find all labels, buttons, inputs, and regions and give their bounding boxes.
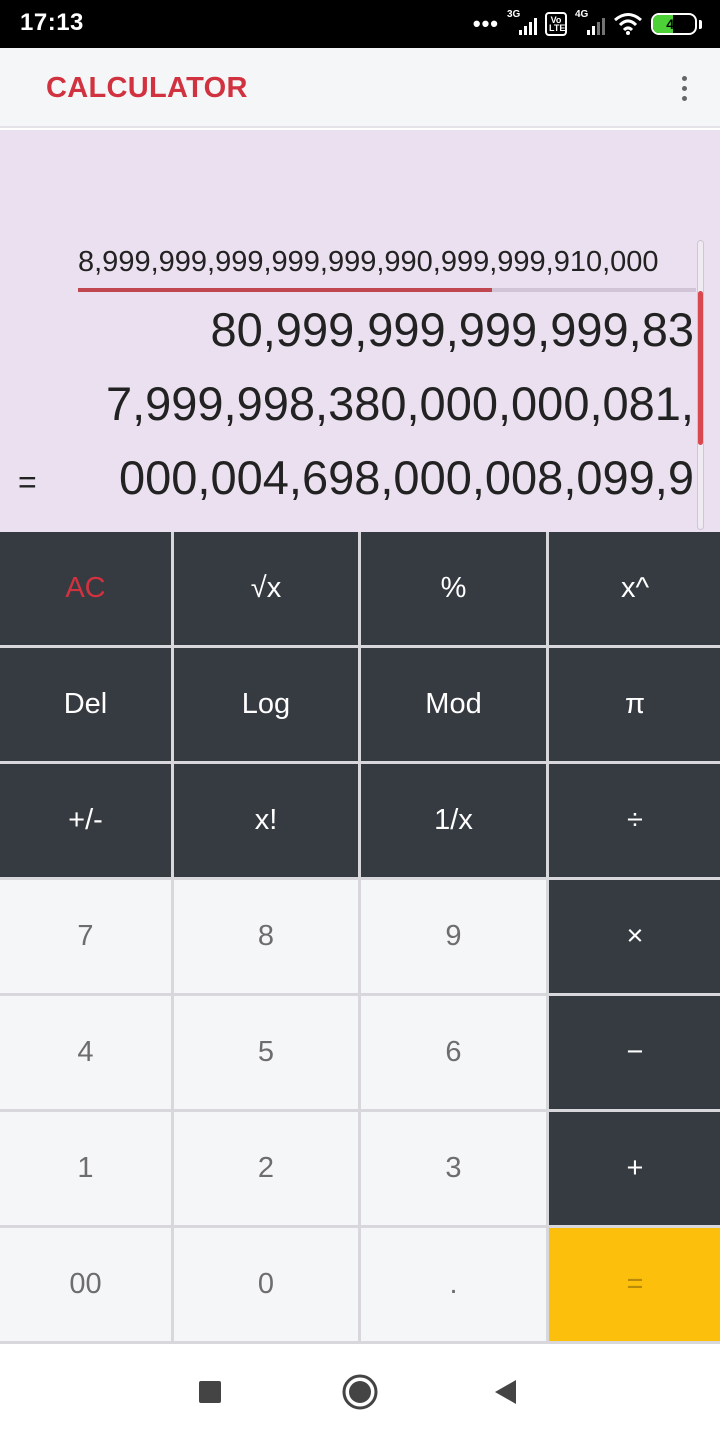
digit-3-button[interactable]: 3 bbox=[361, 1112, 546, 1225]
more-vert-icon[interactable] bbox=[672, 72, 696, 104]
subtract-button[interactable]: − bbox=[549, 996, 720, 1109]
result-scrollbar[interactable] bbox=[697, 240, 704, 530]
status-time: 17:13 bbox=[20, 9, 84, 36]
multiply-button[interactable]: × bbox=[549, 880, 720, 993]
navigation-bar bbox=[0, 1344, 720, 1440]
delete-button[interactable]: Del bbox=[0, 648, 171, 761]
log-button[interactable]: Log bbox=[174, 648, 358, 761]
add-button[interactable]: + bbox=[549, 1112, 720, 1225]
equals-sign: = bbox=[18, 464, 37, 500]
home-circle-icon[interactable] bbox=[340, 1372, 380, 1412]
keypad: AC √x% x^ Del Log Mod π +/- x! 1/x ÷ 7 8 9 × 4 5 6− 1 2 3 +00… bbox=[0, 532, 720, 1344]
digit-0-button[interactable]: 0 bbox=[174, 1228, 358, 1341]
digit-9-button[interactable]: 9 bbox=[361, 880, 546, 993]
digit-2-button[interactable]: 2 bbox=[174, 1112, 358, 1225]
signal-4g-icon: 4G bbox=[575, 9, 605, 37]
expression-scroll-thumb[interactable] bbox=[78, 288, 493, 292]
back-triangle-icon[interactable] bbox=[486, 1372, 526, 1412]
battery-level: 48 bbox=[666, 16, 682, 32]
digit-8-button[interactable]: 8 bbox=[174, 880, 358, 993]
digit-1-button[interactable]: 1 bbox=[0, 1112, 171, 1225]
digit-7-button[interactable]: 7 bbox=[0, 880, 171, 993]
digit-6-button[interactable]: 6 bbox=[361, 996, 546, 1109]
pi-button[interactable]: π bbox=[549, 648, 720, 761]
app-title: CALCULATOR bbox=[46, 72, 248, 104]
percent-button[interactable]: % bbox=[361, 532, 546, 645]
reciprocal-button[interactable]: 1/x bbox=[361, 764, 546, 877]
square-root-button[interactable]: √x bbox=[174, 532, 358, 645]
result-line-2: 7,999,998,380,000,000,081, bbox=[105, 377, 694, 430]
digit-4-button[interactable]: 4 bbox=[0, 996, 171, 1109]
expression-text: 8,999,999,999,999,999,990,999,999,910,00… bbox=[78, 246, 659, 278]
expression-scrollbar[interactable] bbox=[78, 288, 696, 292]
double-zero-button[interactable]: 00 bbox=[0, 1228, 171, 1341]
recents-square-icon[interactable] bbox=[190, 1372, 230, 1412]
divide-button[interactable]: ÷ bbox=[549, 764, 720, 877]
digit-5-button[interactable]: 5 bbox=[174, 996, 358, 1109]
battery-icon: 48 bbox=[651, 13, 697, 35]
app-bar: CALCULATOR bbox=[0, 48, 720, 128]
decimal-button[interactable]: . bbox=[361, 1228, 546, 1341]
status-icons: ••• 3G Vo LTE 4G 48 bbox=[473, 8, 702, 40]
wifi-icon bbox=[614, 13, 642, 35]
factorial-button[interactable]: x! bbox=[174, 764, 358, 877]
result-line-1: 80,999,999,999,999,83 bbox=[210, 303, 694, 356]
calculator-display: 8,999,999,999,999,999,990,999,999,910,00… bbox=[0, 130, 720, 534]
mod-button[interactable]: Mod bbox=[361, 648, 546, 761]
sign-toggle-button[interactable]: +/- bbox=[0, 764, 171, 877]
power-button[interactable]: x^ bbox=[549, 532, 720, 645]
clear-all-button[interactable]: AC bbox=[0, 532, 171, 645]
volte-icon: Vo LTE bbox=[545, 12, 567, 36]
more-notifications-icon: ••• bbox=[472, 11, 499, 36]
equals-button[interactable]: = bbox=[549, 1228, 720, 1341]
signal-3g-icon: 3G bbox=[507, 9, 537, 37]
result-line-3: 000,004,698,000,008,099,9 bbox=[119, 451, 694, 504]
result-scroll-thumb[interactable] bbox=[698, 291, 703, 445]
status-bar: 17:13 ••• 3G Vo LTE 4G 48 bbox=[0, 0, 720, 48]
